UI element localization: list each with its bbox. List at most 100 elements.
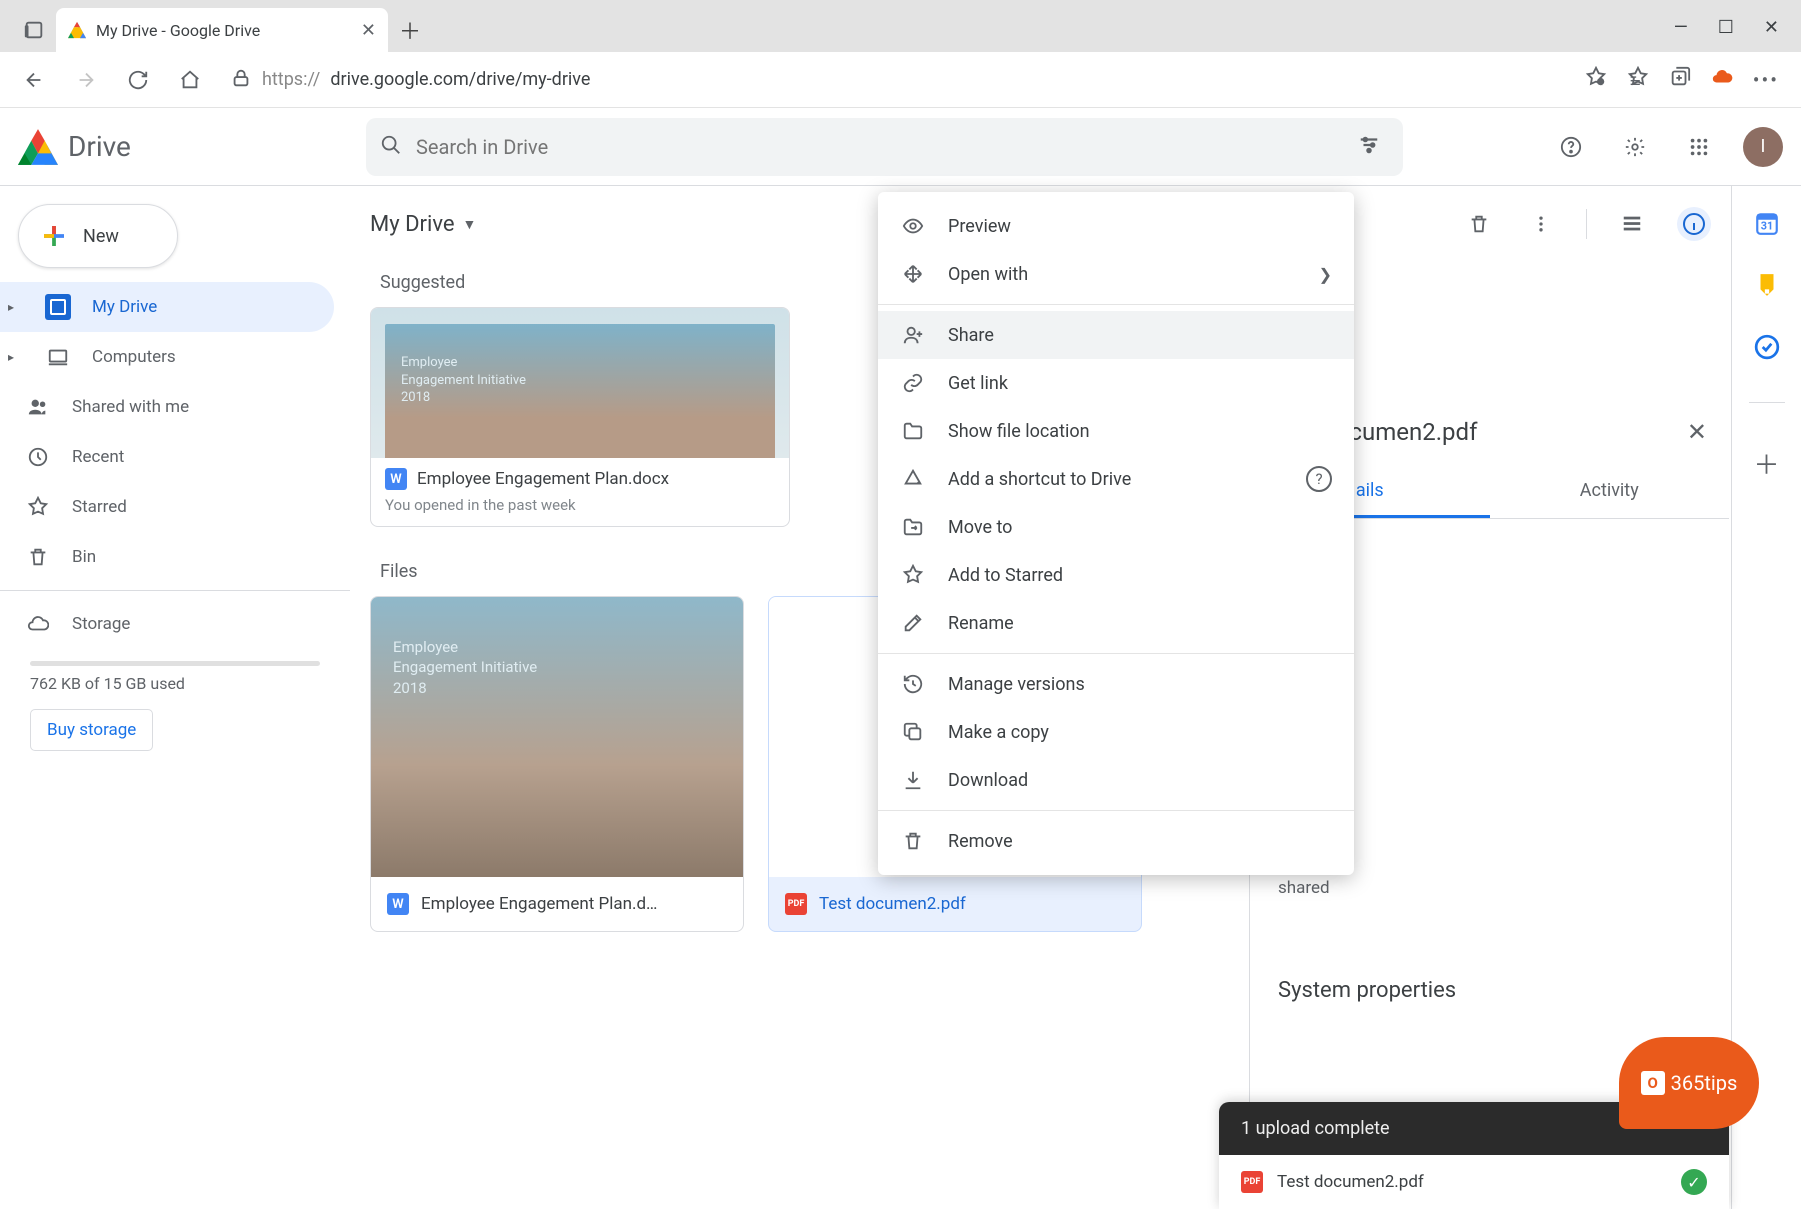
divider — [1586, 209, 1587, 239]
ctx-add-shortcut[interactable]: Add a shortcut to Drive ? — [878, 455, 1354, 503]
search-input[interactable] — [416, 135, 1335, 159]
sidebar-item-bin[interactable]: Bin — [0, 532, 350, 582]
ctx-get-link[interactable]: Get link — [878, 359, 1354, 407]
pdf-icon: PDF — [785, 893, 807, 915]
breadcrumb[interactable]: My Drive ▼ — [370, 212, 476, 237]
ctx-label: Get link — [948, 373, 1008, 394]
ctx-manage-versions[interactable]: Manage versions — [878, 660, 1354, 708]
ctx-make-copy[interactable]: Make a copy — [878, 708, 1354, 756]
sidebar-item-shared[interactable]: Shared with me — [0, 382, 350, 432]
ctx-share[interactable]: Share — [878, 311, 1354, 359]
trash-toolbar-icon[interactable] — [1462, 207, 1496, 241]
new-tab-button[interactable]: ＋ — [388, 8, 432, 52]
browser-menu-icon[interactable]: ••• — [1753, 68, 1779, 92]
ctx-open-with[interactable]: Open with ❯ — [878, 250, 1354, 298]
divider — [878, 653, 1354, 654]
new-button[interactable]: New — [18, 204, 178, 268]
ctx-preview[interactable]: Preview — [878, 202, 1354, 250]
favorites-icon[interactable] — [1627, 66, 1649, 93]
calendar-icon[interactable]: 31 — [1754, 210, 1780, 236]
divider — [878, 810, 1354, 811]
cloud-sync-icon[interactable] — [1711, 66, 1733, 93]
tab-activity[interactable]: Activity — [1490, 466, 1730, 518]
ctx-label: Add to Starred — [948, 565, 1063, 586]
tab-close-icon[interactable]: ✕ — [361, 20, 376, 41]
ctx-label: Show file location — [948, 421, 1090, 442]
person-add-icon — [900, 324, 926, 346]
ctx-label: Manage versions — [948, 674, 1085, 695]
tasks-icon[interactable] — [1754, 334, 1780, 360]
sidebar-item-storage[interactable]: Storage — [0, 599, 350, 649]
sidebar-label: Recent — [72, 447, 124, 467]
minimize-icon[interactable]: — — [1674, 17, 1688, 38]
browser-tab-active[interactable]: My Drive - Google Drive ✕ — [56, 8, 388, 52]
toast-row[interactable]: PDF Test documen2.pdf ✓ — [1219, 1155, 1729, 1209]
search-filter-icon[interactable] — [1349, 134, 1389, 160]
ctx-remove[interactable]: Remove — [878, 817, 1354, 865]
home-button[interactable] — [168, 58, 212, 102]
sidebar-label: Computers — [92, 347, 176, 367]
tab-title: My Drive - Google Drive — [96, 21, 260, 40]
reload-button[interactable] — [116, 58, 160, 102]
pdf-icon: PDF — [1241, 1171, 1263, 1193]
trash-icon — [900, 830, 926, 852]
divider — [878, 304, 1354, 305]
keep-icon[interactable] — [1754, 272, 1780, 298]
account-avatar[interactable]: I — [1743, 127, 1783, 167]
close-details-icon[interactable]: ✕ — [1687, 418, 1707, 446]
maximize-icon[interactable]: ☐ — [1718, 17, 1734, 38]
site-permissions-icon[interactable] — [1585, 66, 1607, 93]
context-menu: Preview Open with ❯ Share Get link Show … — [878, 192, 1354, 875]
ctx-label: Add a shortcut to Drive — [948, 469, 1131, 490]
info-icon[interactable] — [1677, 207, 1711, 241]
add-rail-icon[interactable]: ＋ — [1754, 445, 1780, 471]
recent-icon — [24, 446, 52, 468]
sidebar-item-computers[interactable]: ▸ Computers — [0, 332, 350, 382]
sidebar-item-starred[interactable]: Starred — [0, 482, 350, 532]
expand-caret-icon[interactable]: ▸ — [8, 350, 24, 364]
thumb-text: Employee Engagement Initiative 2018 — [401, 354, 526, 407]
drive-favicon-icon — [68, 21, 86, 39]
suggested-card[interactable]: Employee Engagement Initiative 2018 W Em… — [370, 307, 790, 527]
pencil-icon — [900, 612, 926, 634]
file-card[interactable]: Employee Engagement Initiative 2018 W Em… — [370, 596, 744, 932]
divider — [1749, 402, 1785, 403]
ctx-show-location[interactable]: Show file location — [878, 407, 1354, 455]
buy-storage-button[interactable]: Buy storage — [30, 709, 153, 751]
apps-grid-icon[interactable] — [1679, 127, 1719, 167]
ctx-rename[interactable]: Rename — [878, 599, 1354, 647]
cloud-icon — [24, 613, 52, 635]
drive-shortcut-icon — [900, 468, 926, 490]
search-box[interactable] — [366, 118, 1403, 176]
help-icon[interactable] — [1551, 127, 1591, 167]
tab-overview-icon[interactable] — [12, 8, 56, 52]
svg-text:31: 31 — [1760, 220, 1772, 233]
ctx-move-to[interactable]: Move to — [878, 503, 1354, 551]
drive-logo[interactable]: Drive — [18, 129, 366, 165]
sidebar: New ▸ My Drive ▸ Computers Shared with m… — [0, 186, 350, 1209]
sidebar-label: Shared with me — [72, 397, 189, 417]
help-icon[interactable]: ? — [1306, 466, 1332, 492]
sidebar-label: My Drive — [92, 297, 157, 317]
ctx-label: Preview — [948, 216, 1011, 237]
url-field[interactable]: https://drive.google.com/drive/my-drive — [220, 60, 1577, 100]
back-button[interactable] — [12, 58, 56, 102]
sidebar-item-my-drive[interactable]: ▸ My Drive — [0, 282, 334, 332]
toast-file-name: Test documen2.pdf — [1277, 1172, 1424, 1192]
move-icon — [900, 516, 926, 538]
ctx-add-starred[interactable]: Add to Starred — [878, 551, 1354, 599]
ctx-label: Rename — [948, 613, 1014, 634]
close-window-icon[interactable]: ✕ — [1764, 17, 1779, 38]
window-controls: — ☐ ✕ — [1674, 17, 1801, 52]
collections-icon[interactable] — [1669, 66, 1691, 93]
sidebar-item-recent[interactable]: Recent — [0, 432, 350, 482]
list-view-icon[interactable] — [1615, 207, 1649, 241]
settings-icon[interactable] — [1615, 127, 1655, 167]
sidebar-label: Storage — [72, 614, 130, 634]
ctx-download[interactable]: Download — [878, 756, 1354, 804]
drive-icon — [44, 294, 72, 320]
expand-caret-icon[interactable]: ▸ — [8, 300, 24, 314]
card-title: Employee Engagement Plan.docx — [417, 469, 669, 489]
search-icon — [380, 134, 402, 160]
more-icon[interactable] — [1524, 207, 1558, 241]
